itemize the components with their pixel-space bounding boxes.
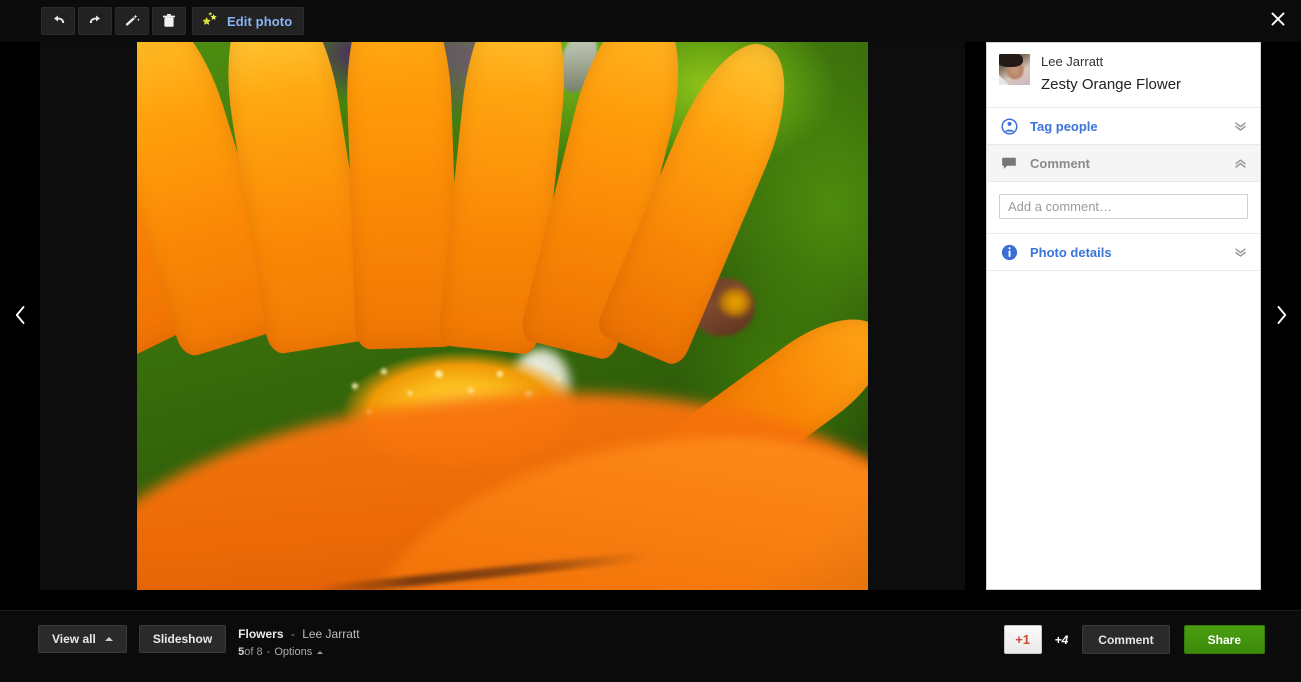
album-position-line: 5 of 8 - Options bbox=[238, 646, 359, 659]
close-icon bbox=[1271, 11, 1285, 31]
chevron-double-down-icon[interactable] bbox=[1232, 120, 1248, 133]
undo-button[interactable] bbox=[41, 7, 75, 35]
next-photo-button[interactable] bbox=[1261, 42, 1301, 592]
view-all-button[interactable]: View all bbox=[38, 625, 127, 653]
chevron-left-icon bbox=[14, 305, 27, 330]
bottom-bar: View all Slideshow Flowers - Lee Jarratt… bbox=[0, 610, 1301, 682]
comment-input[interactable] bbox=[999, 194, 1248, 219]
chevron-double-up-icon[interactable] bbox=[1232, 157, 1248, 170]
sidebar-section-tag-people[interactable]: Tag people bbox=[987, 108, 1260, 145]
info-icon bbox=[999, 244, 1019, 261]
caret-up-icon bbox=[317, 651, 324, 654]
sidebar-section-photo-details[interactable]: Photo details bbox=[987, 234, 1260, 271]
comment-button-label: Comment bbox=[1098, 632, 1154, 647]
photo-position-total: of 8 bbox=[244, 646, 263, 658]
photo-info-sidebar: Lee Jarratt Zesty Orange Flower Tag peop… bbox=[986, 42, 1261, 590]
top-toolbar: Edit photo bbox=[0, 0, 1301, 42]
photo-title: Zesty Orange Flower bbox=[1041, 76, 1182, 93]
share-button[interactable]: Share bbox=[1183, 625, 1265, 654]
magic-wand-icon bbox=[124, 13, 141, 29]
comment-bubble-icon bbox=[999, 156, 1019, 171]
sidebar-section-comment[interactable]: Comment bbox=[987, 145, 1260, 182]
caret-up-icon bbox=[104, 637, 113, 641]
close-button[interactable] bbox=[1263, 6, 1293, 36]
meta-separator: - bbox=[290, 627, 295, 641]
view-all-label: View all bbox=[52, 632, 96, 646]
sidebar-section-label: Photo details bbox=[1030, 244, 1112, 260]
edit-tools-group: Edit photo bbox=[41, 7, 305, 35]
sidebar-section-label: Tag people bbox=[1030, 118, 1098, 134]
slideshow-label: Slideshow bbox=[152, 632, 213, 646]
share-button-label: Share bbox=[1207, 632, 1241, 647]
album-title-line: Flowers - Lee Jarratt bbox=[238, 627, 359, 641]
plus-one-button[interactable]: +1 bbox=[1003, 625, 1042, 654]
photo-viewer-lightbox: Edit photo Lee Jarratt Zesty Orange Flow… bbox=[0, 0, 1301, 682]
redo-button[interactable] bbox=[78, 7, 112, 35]
bottom-bar-left: View all Slideshow Flowers - Lee Jarratt… bbox=[38, 625, 360, 659]
photo-stage bbox=[40, 42, 965, 590]
tag-person-icon bbox=[999, 117, 1019, 135]
album-owner[interactable]: Lee Jarratt bbox=[302, 627, 359, 641]
slideshow-button[interactable]: Slideshow bbox=[138, 625, 227, 653]
plus-one-label: +1 bbox=[1015, 632, 1031, 647]
chevron-double-down-icon[interactable] bbox=[1232, 246, 1248, 259]
photo-owner-block: Lee Jarratt Zesty Orange Flower bbox=[987, 43, 1260, 108]
photo-image[interactable] bbox=[137, 42, 868, 590]
album-name[interactable]: Flowers bbox=[238, 627, 283, 641]
sparkle-stars-icon bbox=[201, 11, 220, 32]
owner-name: Lee Jarratt bbox=[1041, 54, 1104, 69]
previous-photo-button[interactable] bbox=[0, 42, 40, 592]
avatar[interactable] bbox=[999, 54, 1030, 85]
comment-compose-area bbox=[987, 182, 1260, 234]
sidebar-section-label: Comment bbox=[1030, 155, 1090, 171]
edit-photo-label: Edit photo bbox=[227, 13, 293, 29]
options-link[interactable]: Options bbox=[274, 646, 312, 659]
album-metadata: Flowers - Lee Jarratt 5 of 8 - Options bbox=[238, 625, 359, 659]
edit-photo-button[interactable]: Edit photo bbox=[192, 7, 305, 35]
delete-button[interactable] bbox=[152, 7, 186, 35]
auto-fix-button[interactable] bbox=[115, 7, 149, 35]
bottom-bar-actions: +1 +4 Comment Share bbox=[1003, 625, 1265, 654]
photo-vignette bbox=[137, 42, 868, 590]
redo-icon bbox=[87, 13, 104, 29]
chevron-right-icon bbox=[1275, 305, 1288, 330]
undo-icon bbox=[50, 13, 67, 29]
comment-button[interactable]: Comment bbox=[1082, 625, 1170, 654]
trash-icon bbox=[162, 13, 176, 29]
plus-one-count[interactable]: +4 bbox=[1055, 633, 1069, 647]
meta-separator: - bbox=[266, 646, 271, 658]
